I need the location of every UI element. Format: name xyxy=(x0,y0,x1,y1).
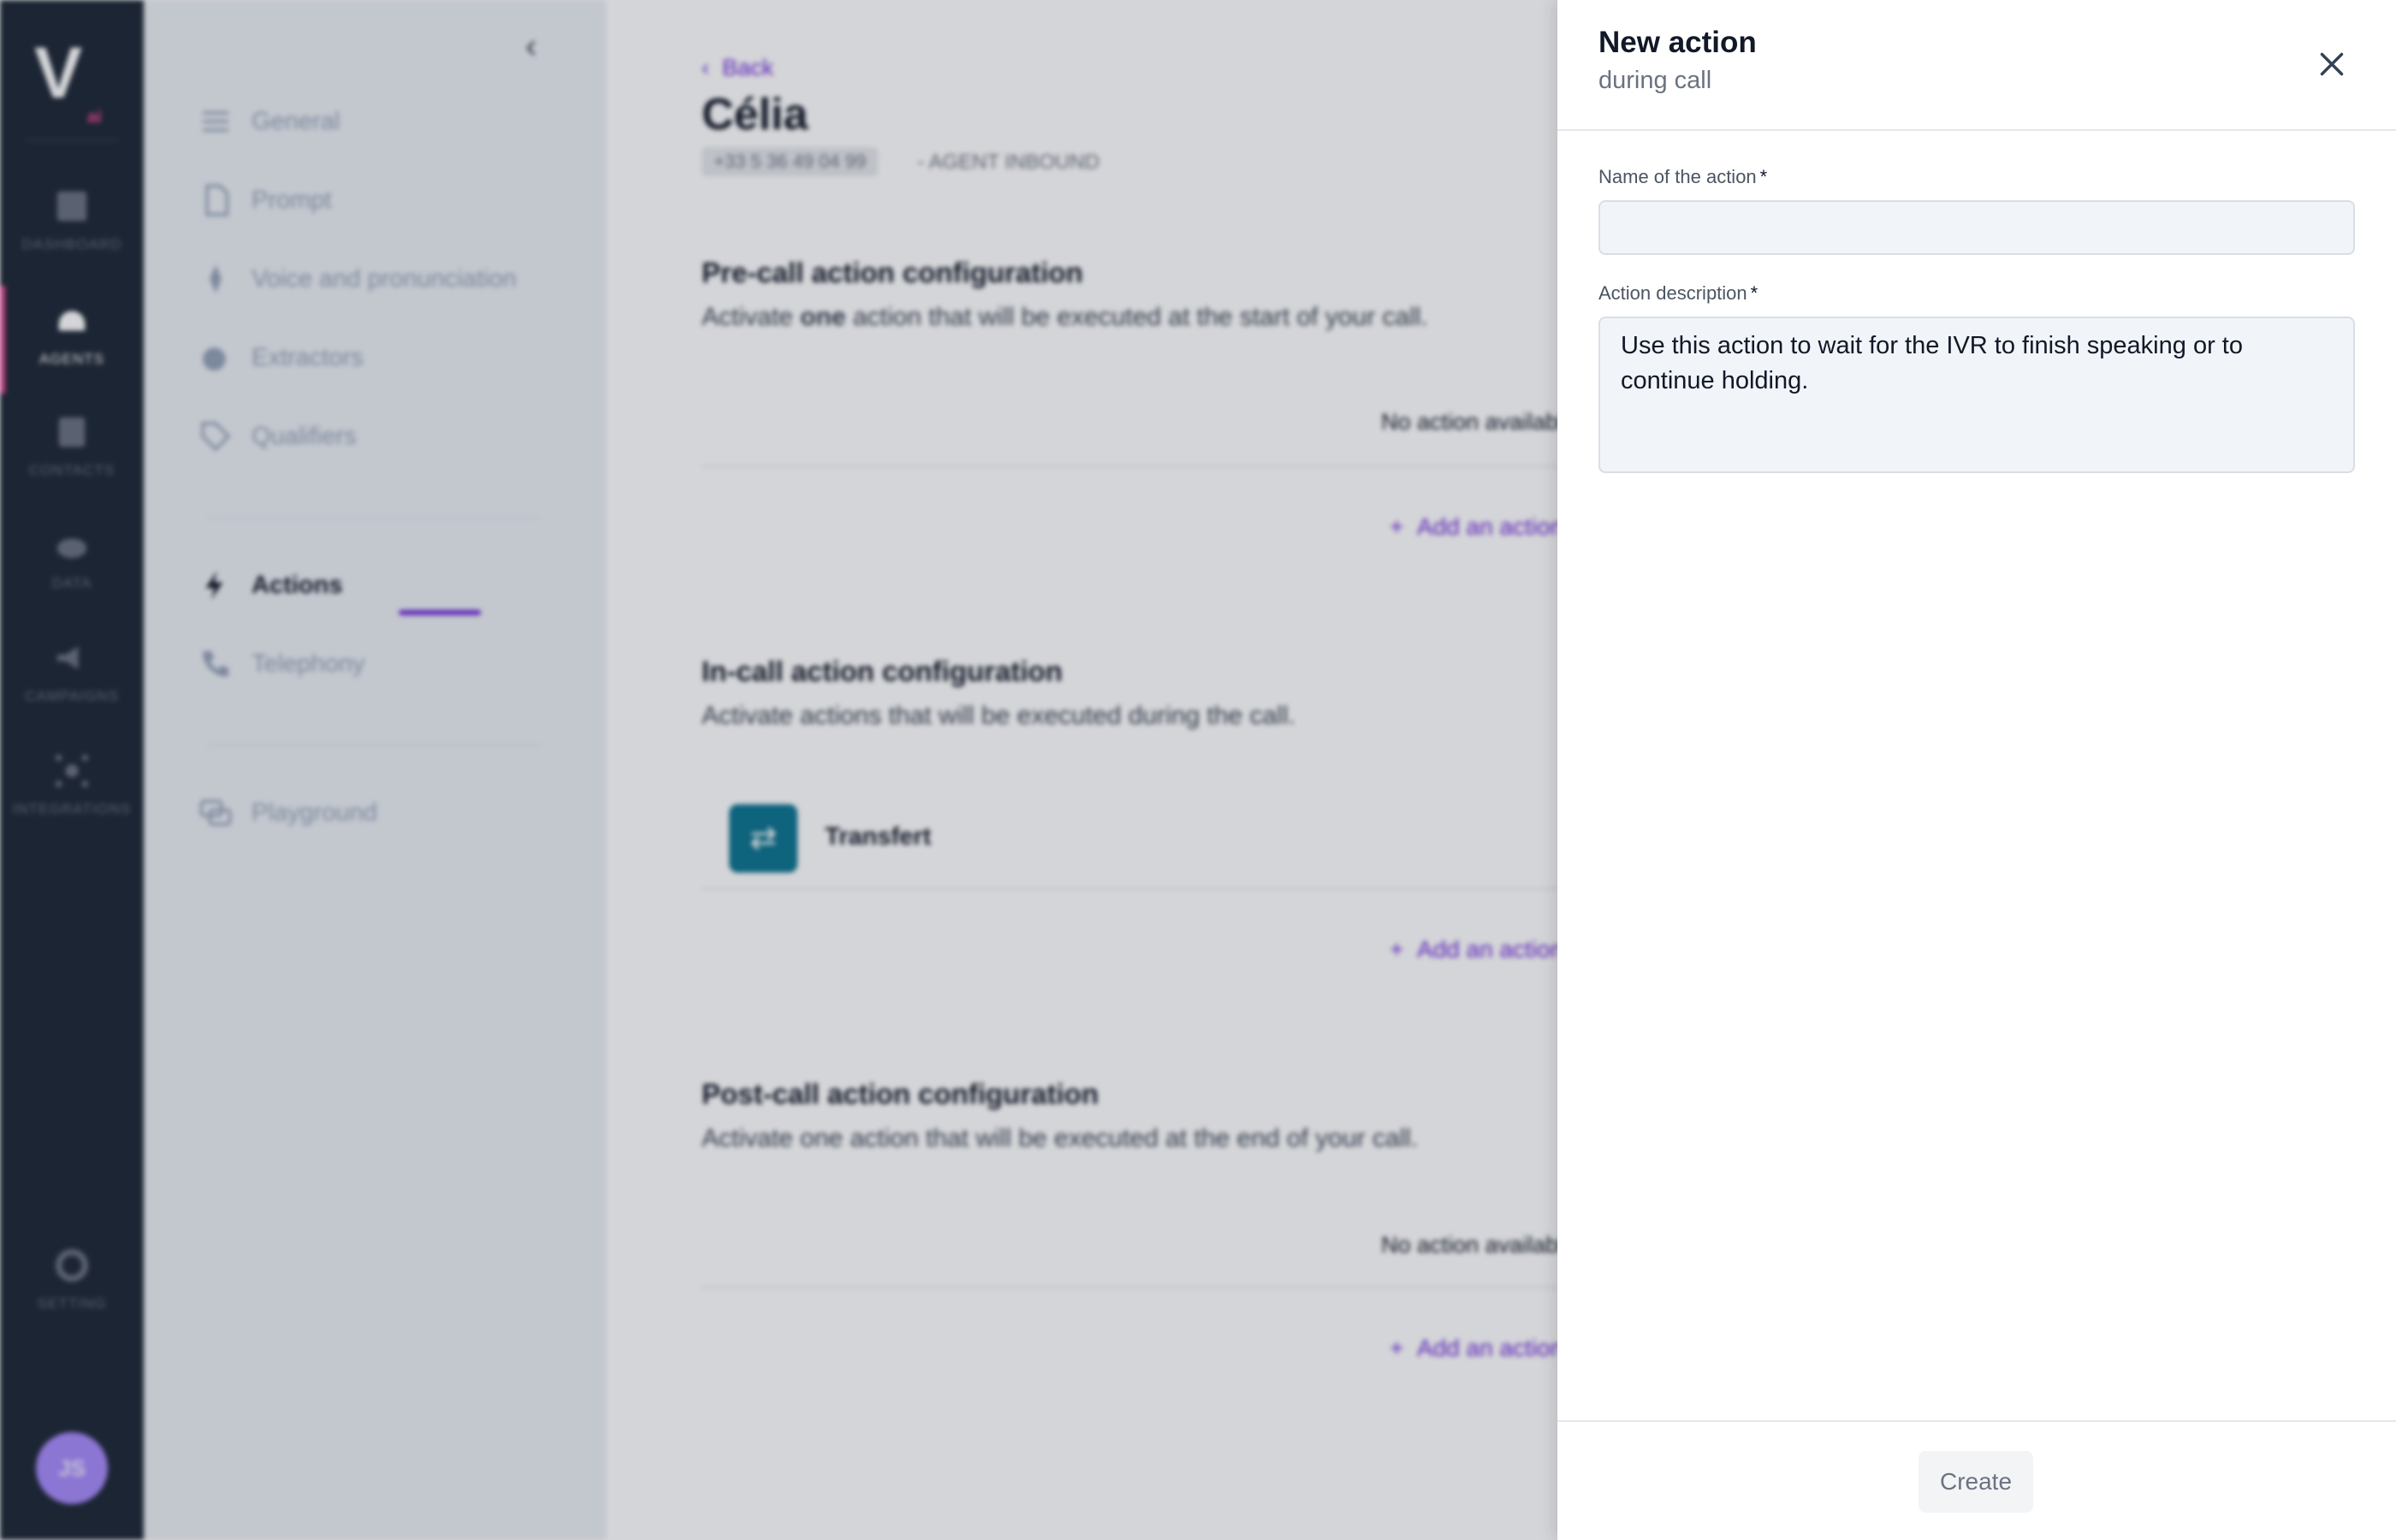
drawer-subtitle: during call xyxy=(1598,67,1712,94)
name-field-label: Name of the action * xyxy=(1598,166,1768,187)
action-name-input[interactable] xyxy=(1598,200,2355,255)
description-field-label: Action description * xyxy=(1598,282,1758,304)
drawer-header: New action during call xyxy=(1557,0,2396,131)
drawer-title: New action xyxy=(1598,26,1757,59)
create-button[interactable]: Create xyxy=(1919,1451,2033,1513)
new-action-drawer: New action during call Name of the actio… xyxy=(1557,0,2396,1540)
action-description-textarea[interactable]: Use this action to wait for the IVR to f… xyxy=(1598,317,2355,473)
close-icon[interactable] xyxy=(2312,44,2352,84)
drawer-footer: Create xyxy=(1557,1420,2396,1540)
